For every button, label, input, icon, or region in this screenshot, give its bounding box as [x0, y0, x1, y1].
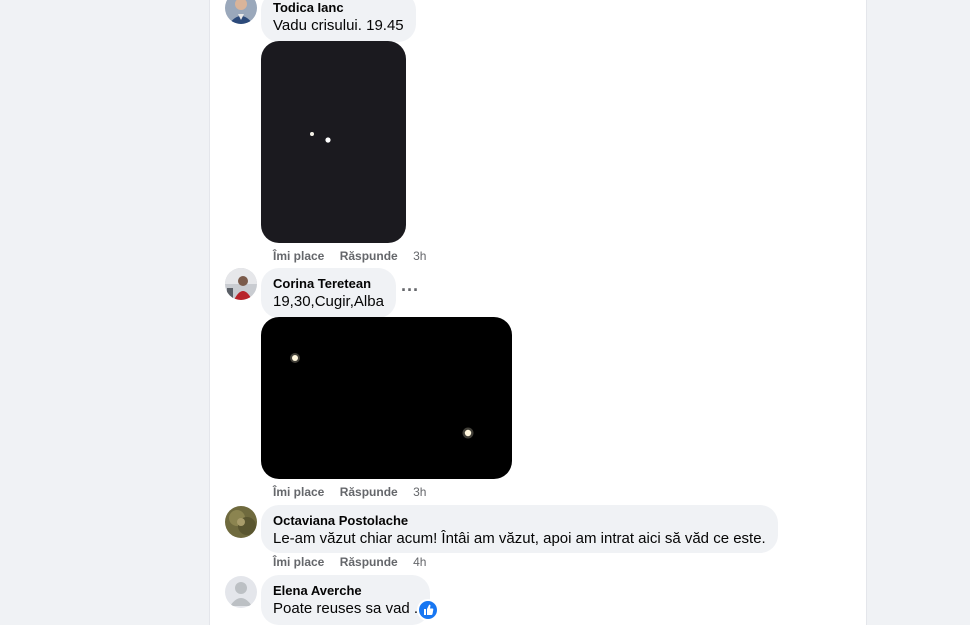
comment-actions: Îmi place Răspunde 3h — [273, 484, 438, 500]
more-horizontal-icon[interactable]: ··· — [396, 279, 424, 307]
comment-bubble: Elena Averche Poate reuses sa vad . — [261, 575, 431, 625]
avatar[interactable] — [225, 506, 257, 538]
reply-link[interactable]: Răspunde — [340, 485, 398, 499]
avatar[interactable] — [225, 576, 257, 608]
comment-text: Poate reuses sa vad . — [273, 600, 419, 617]
comment-actions: Îmi place Răspunde 4h — [273, 554, 438, 570]
comment-timestamp[interactable]: 3h — [413, 485, 426, 499]
comment-text: Vadu crisului. 19.45 — [273, 17, 404, 34]
comment-bubble: Octaviana Postolache Le-am văzut chiar a… — [261, 505, 778, 553]
reply-link[interactable]: Răspunde — [340, 555, 398, 569]
comment-photo[interactable] — [261, 317, 512, 479]
avatar[interactable] — [225, 268, 257, 300]
like-link[interactable]: Îmi place — [273, 249, 324, 263]
comment-actions: Îmi place Răspunde 3h — [273, 248, 438, 264]
like-link[interactable]: Îmi place — [273, 485, 324, 499]
comment-author[interactable]: Elena Averche — [273, 583, 418, 599]
like-reaction-icon[interactable] — [417, 599, 439, 621]
comment-bubble: Todica Ianc Vadu crisului. 19.45 — [261, 0, 416, 42]
comment-timestamp[interactable]: 4h — [413, 555, 426, 569]
comment-author[interactable]: Corina Teretean — [273, 276, 384, 292]
comment-timestamp[interactable]: 3h — [413, 249, 426, 263]
comment-author[interactable]: Octaviana Postolache — [273, 513, 766, 529]
comment-text: Le-am văzut chiar acum! Întâi am văzut, … — [273, 530, 766, 547]
comment-bubble: Corina Teretean 19,30,Cugir,Alba — [261, 268, 396, 318]
reply-link[interactable]: Răspunde — [340, 249, 398, 263]
comment-text: 19,30,Cugir,Alba — [273, 293, 384, 310]
like-link[interactable]: Îmi place — [273, 555, 324, 569]
comment-author[interactable]: Todica Ianc — [273, 0, 404, 16]
comment-photo[interactable] — [261, 41, 406, 243]
